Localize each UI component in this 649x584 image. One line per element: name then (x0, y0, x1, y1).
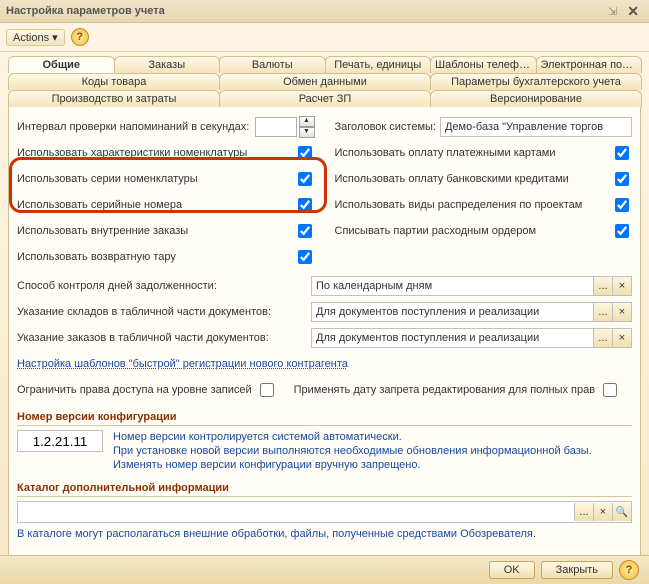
version-note: Номер версии контролируется системой авт… (113, 430, 592, 472)
tab-general[interactable]: Общие (8, 56, 115, 73)
catalog-note: В каталоге могут располагаться внешние о… (17, 527, 632, 541)
tab-production[interactable]: Производство и затраты (8, 90, 220, 107)
help-icon[interactable]: ? (71, 28, 89, 46)
spin-up[interactable]: ▲ (299, 116, 315, 127)
restrict-label: Ограничить права доступа на уровне запис… (17, 384, 252, 396)
ok-button[interactable]: OK (489, 561, 535, 579)
use-series-label: Использовать серии номенклатуры (17, 173, 294, 185)
search-icon[interactable] (612, 503, 631, 521)
system-header-label: Заголовок системы: (335, 121, 436, 133)
tab-salary[interactable]: Расчет ЗП (219, 90, 431, 107)
tab-versioning[interactable]: Версионирование (430, 90, 642, 107)
pay-credits-checkbox[interactable] (615, 172, 629, 186)
quick-template-link[interactable]: Настройка шаблонов "быстрой" регистрации… (17, 358, 348, 370)
catalog-input[interactable]: ... × (17, 501, 632, 523)
panel-general: Интервал проверки напоминаний в секундах… (8, 107, 641, 577)
pay-credits-label: Использовать оплату банковскими кредитам… (335, 173, 612, 185)
window-title: Настройка параметров учета (6, 5, 165, 17)
interval-input[interactable] (255, 117, 297, 137)
clear-button[interactable]: × (612, 329, 631, 347)
system-header-input[interactable]: Демо-база "Управление торгов (440, 117, 632, 137)
debt-select[interactable]: По календарным дням ... × (311, 276, 632, 296)
use-char-checkbox[interactable] (298, 146, 312, 160)
version-section-header: Номер версии конфигурации (17, 411, 632, 426)
tab-codes[interactable]: Коды товара (8, 73, 220, 90)
use-return-checkbox[interactable] (298, 250, 312, 264)
debt-label: Способ контроля дней задолженности: (17, 280, 311, 292)
close-icon[interactable]: ✕ (623, 3, 643, 20)
interval-label: Интервал проверки напоминаний в секундах… (17, 121, 255, 133)
ellipsis-button[interactable]: ... (574, 503, 593, 521)
pin-icon[interactable]: ⇲ (608, 5, 617, 18)
apply-date-checkbox[interactable] (603, 383, 617, 397)
use-internal-checkbox[interactable] (298, 224, 312, 238)
spin-down[interactable]: ▼ (299, 127, 315, 138)
clear-button[interactable]: × (612, 303, 631, 321)
tabs-row-2: Коды товара Обмен данными Параметры бухг… (8, 73, 641, 90)
tabs-row-1: Общие Заказы Валюты Печать, единицы Шабл… (8, 56, 641, 73)
distrib-label: Использовать виды распределения по проек… (335, 199, 612, 211)
version-input[interactable] (17, 430, 103, 452)
apply-date-label: Применять дату запрета редактирования дл… (294, 384, 595, 396)
tab-currencies[interactable]: Валюты (219, 56, 326, 73)
writeoff-checkbox[interactable] (615, 224, 629, 238)
catalog-section-header: Каталог дополнительной информации (17, 482, 632, 497)
tab-orders[interactable]: Заказы (114, 56, 221, 73)
distrib-checkbox[interactable] (615, 198, 629, 212)
use-series-checkbox[interactable] (298, 172, 312, 186)
orders-select[interactable]: Для документов поступления и реализации … (311, 328, 632, 348)
close-button[interactable]: Закрыть (541, 561, 613, 579)
pay-cards-label: Использовать оплату платежными картами (335, 147, 612, 159)
use-internal-label: Использовать внутренние заказы (17, 225, 294, 237)
tab-exchange[interactable]: Обмен данными (219, 73, 431, 90)
ellipsis-button[interactable]: ... (593, 303, 612, 321)
tabs-row-3: Производство и затраты Расчет ЗП Версион… (8, 90, 641, 107)
pay-cards-checkbox[interactable] (615, 146, 629, 160)
use-char-label: Использовать характеристики номенклатуры (17, 147, 294, 159)
restrict-checkbox[interactable] (260, 383, 274, 397)
stores-label: Указание складов в табличной части докум… (17, 306, 311, 318)
writeoff-label: Списывать партии расходным ордером (335, 225, 612, 237)
tab-print[interactable]: Печать, единицы (325, 56, 432, 73)
tab-accounting[interactable]: Параметры бухгалтерского учета (430, 73, 642, 90)
ellipsis-button[interactable]: ... (593, 277, 612, 295)
use-serial-checkbox[interactable] (298, 198, 312, 212)
use-serial-label: Использовать серийные номера (17, 199, 294, 211)
tab-phones[interactable]: Шаблоны телефонов (430, 56, 537, 73)
help-icon[interactable]: ? (619, 560, 639, 580)
stores-select[interactable]: Для документов поступления и реализации … (311, 302, 632, 322)
tab-email[interactable]: Электронная почта (536, 56, 643, 73)
actions-menu[interactable]: Actions ▾ (6, 29, 65, 46)
clear-button[interactable]: × (612, 277, 631, 295)
use-return-label: Использовать возвратную тару (17, 251, 294, 263)
clear-button[interactable]: × (593, 503, 612, 521)
ellipsis-button[interactable]: ... (593, 329, 612, 347)
orders-label: Указание заказов в табличной части докум… (17, 332, 311, 344)
